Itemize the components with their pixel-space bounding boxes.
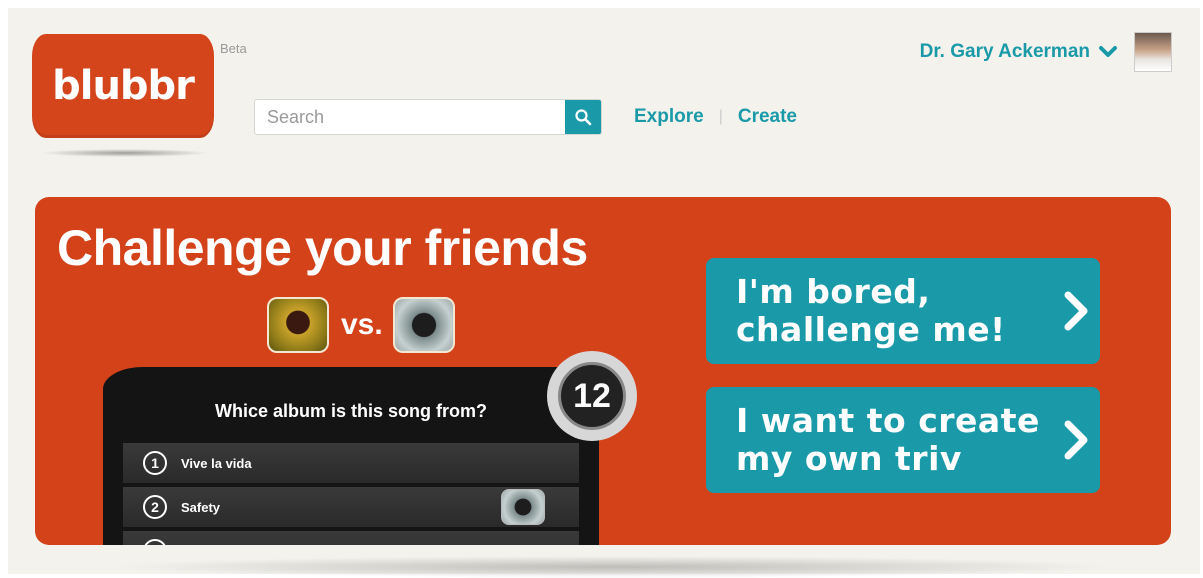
nav-explore-link[interactable]: Explore (634, 106, 704, 128)
blubbr-logo[interactable]: blubbr (32, 34, 214, 138)
answer-option: 3 (123, 531, 579, 545)
search-input[interactable] (255, 100, 565, 134)
chevron-down-icon[interactable] (1098, 45, 1118, 59)
answer-number: 3 (143, 539, 167, 545)
versus-row: vs. (267, 297, 455, 353)
answer-label: Safety (181, 499, 221, 515)
main-nav: Explore | Create (634, 106, 797, 128)
user-avatar[interactable] (1134, 32, 1172, 72)
answer-option: 1 Vive la vida (123, 443, 579, 483)
create-triv-button[interactable]: I want to create my own triv (706, 387, 1100, 493)
chevron-right-icon (1064, 420, 1088, 460)
page: blubbr Beta Explore | Create Dr. Gary Ac… (8, 8, 1200, 578)
hero-shadow (108, 556, 1118, 578)
answer-number: 1 (143, 451, 167, 475)
answer-player-avatar (501, 489, 545, 525)
timer-value: 12 (558, 362, 626, 430)
quiz-question: Whice album is this song from? (214, 401, 488, 421)
logo-shadow (40, 149, 210, 157)
logo-text: blubbr (52, 63, 195, 109)
challenge-me-label: I'm bored, challenge me! (736, 272, 1006, 349)
quiz-timer: 12 (547, 351, 637, 441)
user-name[interactable]: Dr. Gary Ackerman (920, 41, 1090, 63)
user-menu[interactable]: Dr. Gary Ackerman (920, 32, 1172, 72)
answer-label: Vive la vida (181, 455, 252, 471)
player-one-avatar (267, 297, 329, 353)
search-button[interactable] (565, 100, 601, 134)
challenge-me-button[interactable]: I'm bored, challenge me! (706, 258, 1100, 364)
player-two-avatar (392, 297, 455, 353)
nav-separator: | (718, 108, 723, 125)
search-box (254, 99, 602, 135)
vs-label: vs. (341, 308, 383, 341)
hero-banner: Challenge your friends vs. Whice album i… (35, 197, 1171, 545)
hero-title: Challenge your friends (57, 220, 588, 276)
quiz-card: Whice album is this song from? 1 Vive la… (103, 367, 599, 545)
answer-number: 2 (143, 495, 167, 519)
create-triv-label: I want to create my own triv (736, 401, 1040, 478)
answer-option: 2 Safety (123, 487, 579, 527)
beta-label: Beta (220, 41, 247, 56)
search-icon (575, 109, 592, 126)
nav-create-link[interactable]: Create (738, 106, 797, 128)
chevron-right-icon (1064, 291, 1088, 331)
